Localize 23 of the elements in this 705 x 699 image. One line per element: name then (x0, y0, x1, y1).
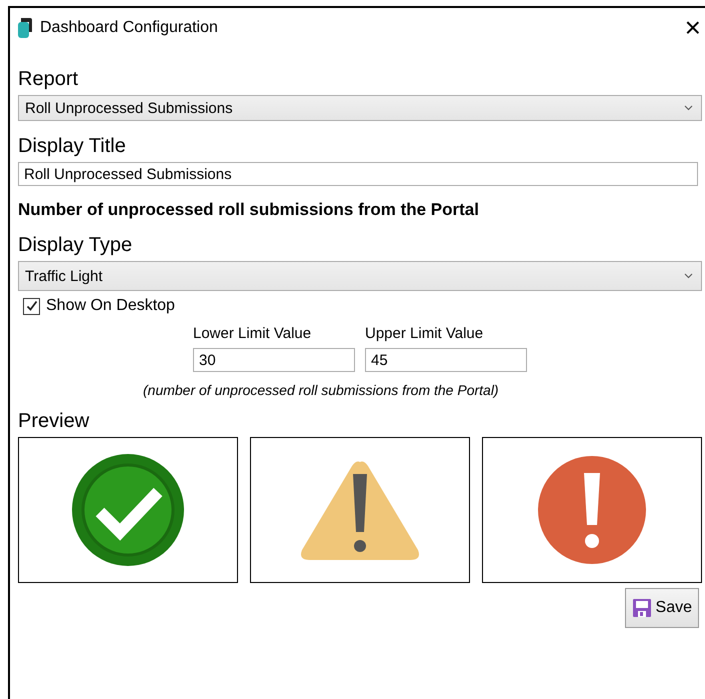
dropdown-caret-icon (684, 105, 693, 111)
display-type-dropdown[interactable]: Traffic Light (18, 261, 702, 291)
limit-label: Lower Limit Value (193, 325, 312, 342)
close-button[interactable]: × (680, 14, 705, 42)
database-icon (18, 18, 32, 38)
limit-label: Upper Limit Value (365, 325, 484, 342)
limit-field[interactable]: 45 (365, 348, 527, 372)
checkmark-circle-icon (70, 452, 186, 568)
preview-heading: Preview (18, 410, 90, 433)
limits-note: (number of unprocessed roll submissions from the Portal) (143, 382, 500, 398)
field-label: Report (18, 68, 80, 91)
dropdown-caret-icon (684, 273, 693, 279)
field-label: Display Type (18, 234, 134, 257)
error-circle-icon (537, 455, 647, 565)
display-title-field[interactable]: Roll Unprocessed Submissions (18, 162, 698, 186)
limit-field[interactable]: 30 (193, 348, 355, 372)
report-dropdown[interactable]: Roll Unprocessed Submissions (18, 95, 702, 121)
window-title: Dashboard Configuration (40, 19, 219, 37)
checkbox[interactable] (23, 298, 40, 314)
save-button[interactable]: Save (624, 588, 699, 628)
field-label: Display Title (18, 135, 127, 158)
checkbox-label: Show On Desktop (46, 297, 175, 315)
report-description: Number of unprocessed roll submissions from the Portal (18, 200, 480, 220)
